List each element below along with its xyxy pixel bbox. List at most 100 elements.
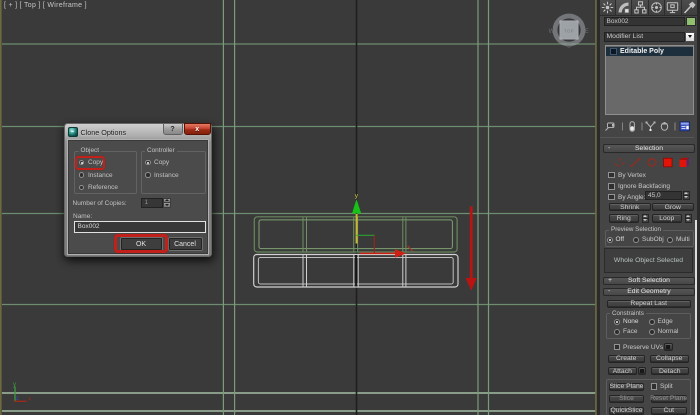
preview-off-radio[interactable] (606, 236, 613, 243)
subobject-mode-row (611, 155, 693, 167)
modifier-list-dropdown[interactable]: Modifier List (603, 31, 685, 42)
by-angle-checkbox[interactable] (608, 193, 615, 200)
constraint-normal-label[interactable]: Normal (658, 328, 679, 335)
constraint-face-label[interactable]: Face (623, 328, 637, 335)
configure-modifier-sets-icon[interactable] (679, 120, 690, 131)
stack-item-label: Editable Poly (620, 47, 664, 55)
viewport-label[interactable]: [ + ] [ Top ] [ Wireframe ] (4, 2, 87, 9)
pin-stack-icon[interactable] (605, 122, 615, 131)
attach-button[interactable]: Attach (607, 367, 637, 375)
preview-multi-label[interactable]: Multi (676, 236, 690, 243)
rollout-edit-geometry-header[interactable]: - Edit Geometry (603, 287, 695, 296)
selection-status-box: Whole Object Selected (604, 248, 693, 273)
loop-button[interactable]: Loop (652, 213, 682, 223)
by-vertex-label[interactable]: By Vertex (618, 172, 646, 179)
clone-options-dialog[interactable]: Clone Options ? x Object Copy Instance R… (63, 123, 212, 257)
vertex-mode-icon[interactable] (615, 158, 625, 167)
shrink-button[interactable]: Shrink (609, 203, 651, 211)
tab-motion[interactable] (648, 0, 666, 15)
element-mode-icon[interactable] (679, 157, 690, 167)
ignore-backfacing-checkbox[interactable] (608, 183, 615, 190)
editable-poly-icon (609, 47, 617, 55)
tab-hierarchy[interactable] (632, 0, 649, 15)
radio-object-instance-label[interactable]: Instance (88, 172, 113, 179)
quickslice-button[interactable]: QuickSlice (609, 406, 644, 415)
preserve-uvs-checkbox[interactable] (613, 343, 620, 350)
constraint-none-radio[interactable] (613, 318, 620, 325)
name-field[interactable]: Box002 (73, 221, 206, 233)
preserve-uvs-label[interactable]: Preserve UVs (623, 344, 663, 351)
modifier-list-arrow-button[interactable] (685, 31, 695, 42)
modifier-stack[interactable]: Editable Poly (604, 45, 694, 115)
constraint-normal-radio[interactable] (648, 328, 655, 335)
rollout-selection-header[interactable]: - Selection (603, 143, 695, 153)
radio-object-instance[interactable] (78, 172, 84, 178)
help-button[interactable]: ? (162, 123, 183, 135)
ignore-backfacing-label[interactable]: Ignore Backfacing (618, 183, 670, 190)
dialog-title: Clone Options (80, 127, 127, 137)
radio-object-reference[interactable] (78, 184, 84, 190)
viewcube-east-label: E (585, 29, 589, 35)
detach-button[interactable]: Detach (650, 367, 689, 375)
make-unique-icon[interactable] (645, 121, 656, 131)
ring-spinner[interactable] (641, 213, 649, 223)
cancel-button[interactable]: Cancel (168, 238, 202, 250)
object-color-swatch[interactable] (686, 16, 696, 26)
utilities-icon (683, 1, 696, 14)
preview-multi-radio[interactable] (667, 236, 673, 243)
radio-controller-copy-label[interactable]: Copy (154, 159, 169, 166)
cut-button[interactable]: Cut (650, 406, 687, 415)
radio-controller-instance-label[interactable]: Instance (154, 172, 179, 179)
create-button[interactable]: Create (607, 354, 645, 363)
edge-mode-icon[interactable] (630, 157, 641, 167)
constraint-none-label[interactable]: None (623, 318, 639, 325)
repeat-last-button[interactable]: Repeat Last (607, 299, 691, 308)
radio-object-reference-label[interactable]: Reference (88, 184, 118, 191)
collapse-button[interactable]: Collapse (649, 354, 689, 363)
radio-controller-instance[interactable] (145, 172, 151, 178)
reset-plane-button[interactable]: Reset Plane (650, 394, 687, 403)
split-checkbox[interactable] (650, 383, 657, 390)
constraint-edge-label[interactable]: Edge (658, 318, 673, 325)
preview-subobj-label[interactable]: SubObj (642, 236, 664, 243)
by-angle-label[interactable]: By Angle: (618, 194, 645, 201)
panel-scrollbar[interactable] (694, 220, 697, 415)
by-vertex-checkbox[interactable] (608, 171, 615, 178)
close-button[interactable]: x (183, 123, 211, 135)
show-end-result-icon[interactable] (629, 120, 635, 132)
selection-status-text: Whole Object Selected (613, 257, 684, 264)
constraint-edge-radio[interactable] (648, 318, 655, 325)
copies-spinner[interactable] (163, 197, 171, 208)
slice-plane-button[interactable]: Slice Plane (609, 382, 644, 391)
viewcube-west-label: W (549, 29, 555, 35)
3dsmax-window: y TOP N S W E y x z [+] [Top] [Wire… (0, 0, 700, 415)
settings-square-icon (666, 345, 670, 349)
slice-button[interactable]: Slice (609, 394, 644, 403)
polygon-mode-icon[interactable] (663, 157, 673, 167)
preview-subobj-radio[interactable] (633, 236, 639, 243)
attach-settings-button[interactable] (638, 367, 646, 375)
tab-display[interactable] (665, 0, 682, 15)
tab-utilities[interactable] (681, 0, 698, 15)
stack-item-editable-poly[interactable]: Editable Poly (606, 46, 693, 56)
border-mode-icon[interactable] (647, 157, 657, 167)
tab-create[interactable] (599, 0, 616, 15)
rollout-soft-selection-header[interactable]: + Soft Selection (603, 276, 695, 285)
by-angle-spinner[interactable] (682, 190, 690, 200)
preview-off-label[interactable]: Off (616, 236, 625, 243)
rollout-selection-title: Selection (635, 144, 663, 152)
viewcube-face-label: TOP (564, 29, 574, 34)
preserve-uvs-settings-button[interactable] (663, 342, 673, 351)
radio-controller-copy[interactable] (145, 159, 151, 165)
rollout-state: - (608, 288, 611, 296)
ring-button[interactable]: Ring (609, 213, 639, 223)
loop-spinner[interactable] (684, 213, 692, 223)
tab-modify[interactable] (615, 0, 633, 15)
object-name-field[interactable]: Box002 (603, 17, 685, 26)
split-label[interactable]: Split (660, 383, 673, 390)
copies-field[interactable]: 1 (140, 197, 163, 208)
grow-button[interactable]: Grow (652, 203, 694, 211)
constraint-face-radio[interactable] (613, 328, 620, 335)
remove-modifier-icon[interactable] (660, 121, 669, 131)
by-angle-field[interactable]: 45,0 (645, 190, 682, 200)
